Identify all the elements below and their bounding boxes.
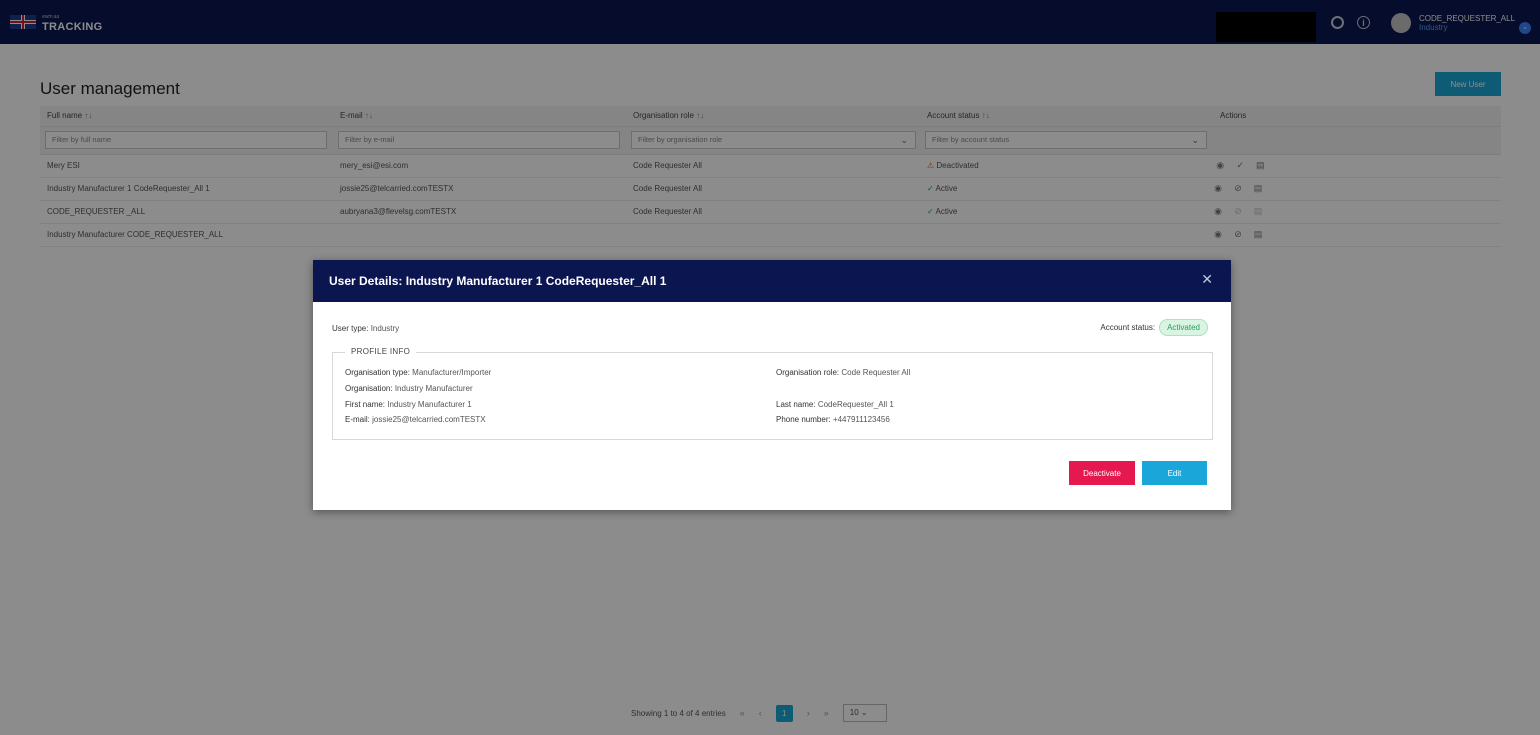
modal-header: User Details: Industry Manufacturer 1 Co…: [313, 260, 1231, 302]
phone-field: Phone number: +447911123456: [776, 415, 890, 424]
email-field: E-mail: jossie25@telcarried.comTESTX: [345, 415, 486, 424]
account-status: Account status: Activated: [1100, 319, 1208, 336]
status-badge: Activated: [1159, 319, 1208, 336]
user-type: User type: Industry: [332, 324, 400, 333]
close-icon[interactable]: ✕: [1201, 271, 1213, 288]
profile-info-section: PROFILE INFO Organisation type: Manufact…: [332, 347, 1213, 440]
first-name-field: First name: Industry Manufacturer 1: [345, 400, 472, 409]
modal-title: User Details: Industry Manufacturer 1 Co…: [329, 274, 667, 288]
org-type-field: Organisation type: Manufacturer/Importer: [345, 368, 492, 377]
deactivate-button[interactable]: Deactivate: [1069, 461, 1135, 485]
user-details-modal: User Details: Industry Manufacturer 1 Co…: [313, 260, 1231, 510]
org-role-field: Organisation role: Code Requester All: [776, 368, 911, 377]
last-name-field: Last name: CodeRequester_All 1: [776, 400, 894, 409]
section-title: PROFILE INFO: [345, 347, 417, 356]
edit-button[interactable]: Edit: [1142, 461, 1207, 485]
organisation-field: Organisation: Industry Manufacturer: [345, 384, 473, 393]
